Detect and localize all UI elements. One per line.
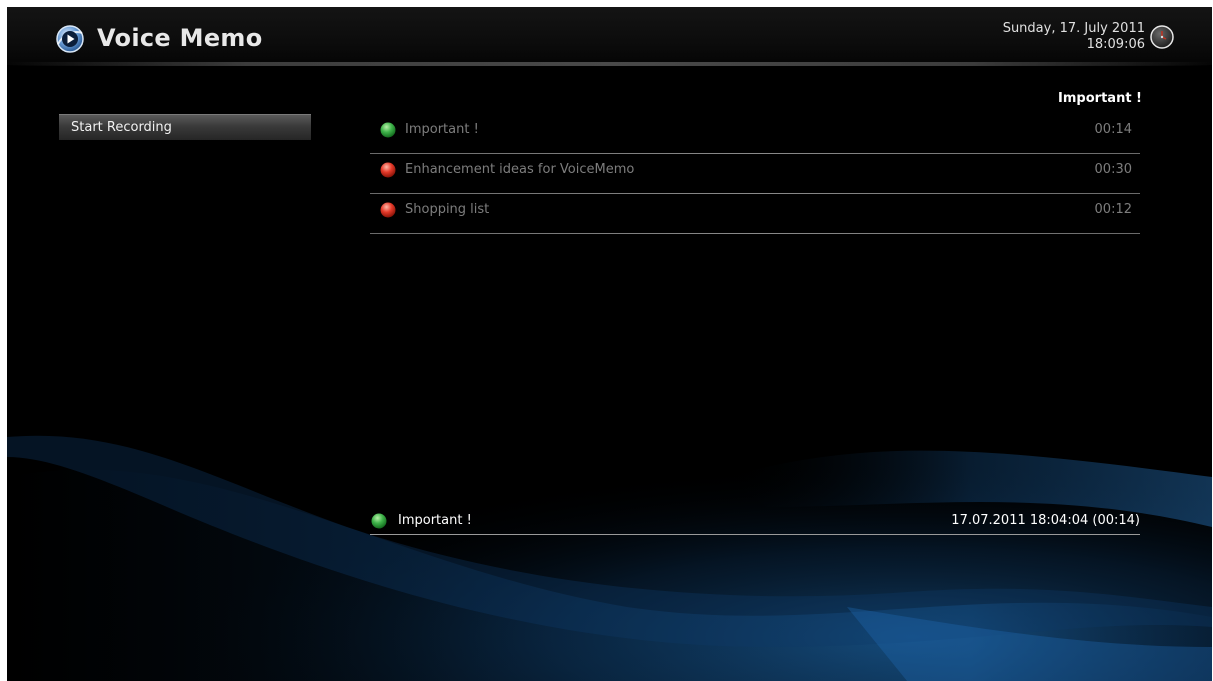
- memo-list-item[interactable]: Important ! 00:14: [370, 114, 1140, 154]
- memo-detail-bar: Important ! 17.07.2011 18:04:04 (00:14): [370, 508, 1140, 535]
- red-status-icon: [380, 162, 396, 178]
- red-status-icon: [380, 202, 396, 218]
- detail-timestamp: 17.07.2011 18:04:04 (00:14): [951, 513, 1140, 528]
- memo-title: Enhancement ideas for VoiceMemo: [405, 162, 635, 177]
- start-recording-button[interactable]: Start Recording: [59, 114, 311, 140]
- memo-title: Shopping list: [405, 202, 490, 217]
- memo-list: Important ! 00:14 Enhancement ideas for …: [370, 114, 1140, 234]
- memo-duration: 00:30: [1094, 162, 1132, 177]
- row-divider: [370, 233, 1140, 234]
- memo-title: Important !: [405, 122, 479, 137]
- memo-list-item[interactable]: Shopping list 00:12: [370, 194, 1140, 234]
- detail-divider: [370, 534, 1140, 535]
- memo-duration: 00:14: [1094, 122, 1132, 137]
- app-title: Voice Memo: [97, 24, 263, 52]
- date-label: Sunday, 17. July 2011: [1002, 21, 1145, 36]
- green-status-icon: [380, 122, 396, 138]
- detail-title: Important !: [398, 513, 472, 528]
- time-label: 18:09:06: [1086, 37, 1145, 52]
- header-divider: [7, 62, 1212, 66]
- voice-memo-logo-icon: [56, 25, 84, 53]
- background-wave: [7, 387, 1212, 681]
- green-status-icon: [371, 513, 387, 529]
- date-time-display: Sunday, 17. July 2011 18:09:06: [1003, 21, 1145, 53]
- clock-icon: [1150, 25, 1174, 49]
- selected-memo-heading: Important !: [1058, 91, 1142, 106]
- media-center-screen: Voice Memo Sunday, 17. July 2011 18:09:0…: [7, 7, 1212, 681]
- memo-duration: 00:12: [1094, 202, 1132, 217]
- memo-list-item[interactable]: Enhancement ideas for VoiceMemo 00:30: [370, 154, 1140, 194]
